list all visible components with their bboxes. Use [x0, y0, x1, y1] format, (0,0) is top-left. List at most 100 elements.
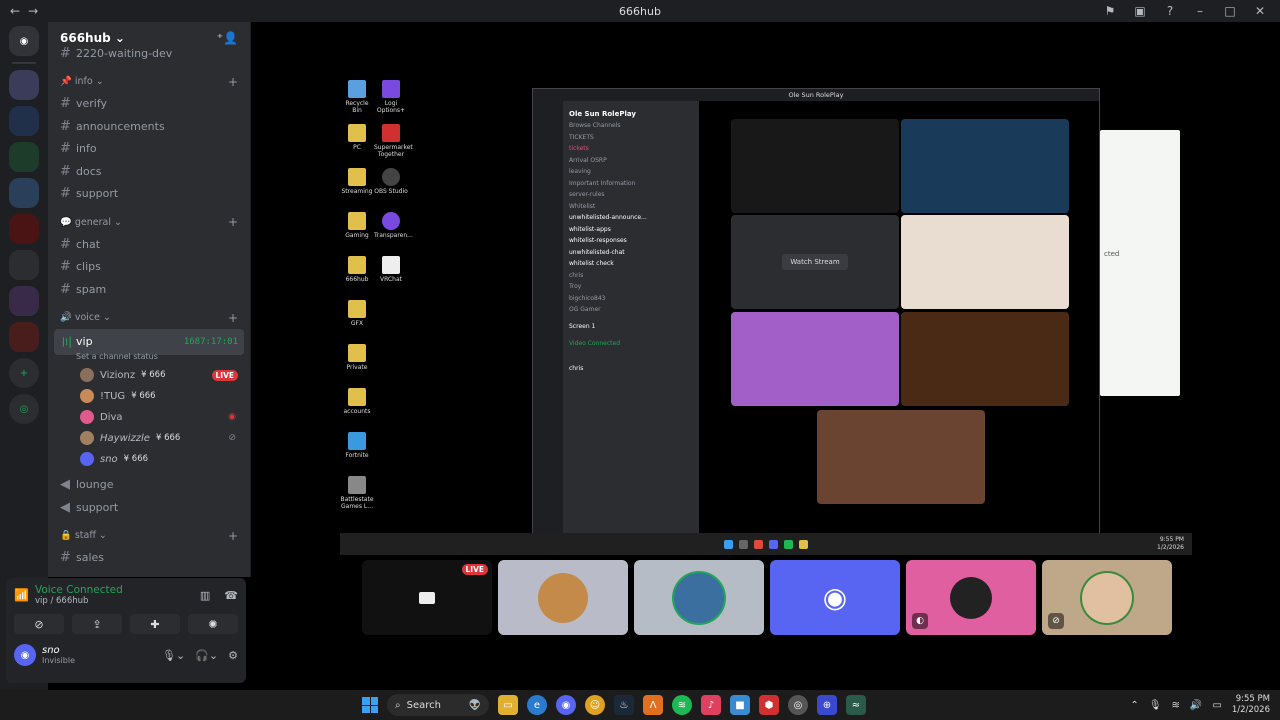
participant-tile[interactable]: ⊘ [1042, 560, 1172, 635]
channel-item[interactable]: #2220-waiting-dev [54, 42, 244, 65]
participant-tile[interactable] [498, 560, 628, 635]
forward-arrow-icon[interactable]: → [28, 4, 38, 18]
muted-mic-icon: ⊘ [1048, 613, 1064, 629]
app-icon[interactable]: ♪ [701, 695, 721, 715]
participant-tile[interactable] [634, 560, 764, 635]
disconnect-icon[interactable]: ☎ [224, 589, 238, 602]
voice-status-subtitle[interactable]: vip / 666hub [35, 596, 123, 606]
wifi-icon[interactable]: ≋ [1172, 700, 1180, 711]
app-icon[interactable]: ■ [730, 695, 750, 715]
back-arrow-icon[interactable]: ← [10, 4, 20, 18]
app-icon[interactable]: ☺ [585, 695, 605, 715]
camera-off-button[interactable]: ⊘ [14, 614, 64, 634]
voice-channel[interactable]: ◀ support [54, 496, 244, 519]
add-channel-icon[interactable]: + [228, 529, 238, 543]
server-icon[interactable] [9, 214, 39, 244]
hash-icon: # [60, 550, 71, 566]
server-folder-icon[interactable] [9, 250, 39, 280]
noise-suppression-icon[interactable]: ▥ [200, 589, 210, 602]
tray-chevron-up-icon[interactable]: ⌃ [1130, 700, 1138, 711]
avatar [950, 576, 992, 619]
add-server-icon[interactable]: + [9, 358, 39, 388]
discover-compass-icon[interactable]: ◎ [9, 394, 39, 424]
channel-item[interactable]: # clips [54, 256, 244, 279]
desktop-icon: VRChat [374, 256, 408, 283]
channel-item[interactable]: # announcements [54, 115, 244, 138]
popout-icon[interactable]: ▣ [1132, 4, 1148, 18]
participant-tile[interactable]: ◐ [906, 560, 1036, 635]
shared-browser-window: cted [1100, 130, 1180, 396]
start-windows-icon[interactable] [362, 697, 378, 713]
category-general[interactable]: 💬 general ⌄ + [60, 215, 244, 229]
add-channel-icon[interactable]: + [228, 75, 238, 89]
microphone-icon[interactable]: 🎙⌄ [162, 649, 185, 662]
channel-item[interactable]: # spam [54, 278, 244, 301]
spotify-icon[interactable]: ≋ [672, 695, 692, 715]
steam-icon[interactable]: ♨ [614, 695, 634, 715]
voice-user[interactable]: Diva ◉ [54, 407, 244, 428]
shared-sidebar: Ole Sun RolePlay Browse Channels TICKETS… [533, 101, 699, 533]
channel-item[interactable]: # sales [54, 547, 244, 570]
channel-item[interactable]: # chat [54, 233, 244, 256]
app-icon[interactable]: ⊕ [817, 695, 837, 715]
taskbar-search[interactable]: ⌕ Search 👽 [387, 694, 489, 716]
category-voice[interactable]: 🔊 voice ⌄ + [60, 311, 244, 325]
app-icon[interactable]: ⬢ [759, 695, 779, 715]
tray-mic-icon[interactable]: 🎙 [1149, 700, 1162, 711]
server-icon[interactable] [9, 106, 39, 136]
obs-icon[interactable]: ◎ [788, 695, 808, 715]
minimize-button[interactable]: – [1192, 4, 1208, 18]
user-avatar[interactable]: ◉ [14, 644, 36, 666]
edge-browser-icon[interactable]: e [527, 695, 547, 715]
app-icon[interactable]: ≈ [846, 695, 866, 715]
voice-user[interactable]: Vizionz ¥ 666 LIVE [54, 365, 244, 386]
channel-item[interactable]: # verify [54, 93, 244, 116]
add-channel-icon[interactable]: + [228, 215, 238, 229]
server-icon[interactable] [9, 178, 39, 208]
channel-status[interactable]: Set a channel status [54, 352, 244, 361]
inbox-flag-icon[interactable]: ⚑ [1102, 4, 1118, 18]
category-staff[interactable]: 🔒 staff ⌄ + [60, 529, 244, 543]
share-screen-button[interactable]: ⇪ [72, 614, 122, 634]
voice-user[interactable]: !TUG ¥ 666 [54, 386, 244, 407]
connection-signal-icon[interactable]: 📶 [14, 588, 29, 602]
channel-item[interactable]: # info [54, 138, 244, 161]
participant-tile[interactable]: ◉ [770, 560, 900, 635]
voice-channel[interactable]: ◀ lounge [54, 474, 244, 497]
headphones-icon[interactable]: 🎧⌄ [195, 649, 218, 662]
shared-avatar-tile [901, 312, 1069, 406]
desktop-icon: Supermarket Together [374, 124, 413, 158]
voice-user[interactable]: Haywizzle ¥ 666 ⊘ [54, 428, 244, 449]
category-info[interactable]: 📌 info ⌄ + [60, 75, 244, 89]
maximize-button[interactable]: □ [1222, 4, 1238, 18]
taskbar-clock[interactable]: 9:55 PM 1/2/2026 [1232, 694, 1270, 716]
settings-gear-icon[interactable]: ⚙ [228, 649, 238, 662]
activities-button[interactable]: ✚ [130, 614, 180, 634]
server-folder-icon[interactable] [9, 286, 39, 316]
voice-user[interactable]: sno ¥ 666 [54, 449, 244, 470]
battery-icon[interactable]: ▭ [1212, 700, 1221, 711]
server-folder-icon[interactable] [9, 322, 39, 352]
avatar [80, 368, 94, 382]
invite-people-icon[interactable]: ⁺👤 [217, 31, 238, 45]
channel-item[interactable]: # support [54, 183, 244, 206]
server-icon[interactable] [9, 142, 39, 172]
volume-icon[interactable]: 🔊 [1190, 700, 1202, 711]
discord-logo-icon: ◉ [822, 581, 848, 614]
server-icon-666hub[interactable] [9, 70, 39, 100]
help-icon[interactable]: ? [1162, 4, 1178, 18]
user-name[interactable]: sno [42, 645, 75, 656]
voice-status-title[interactable]: Voice Connected [35, 584, 123, 596]
discord-taskbar-icon[interactable]: ◉ [556, 695, 576, 715]
live-badge: LIVE [461, 564, 488, 575]
close-button[interactable]: ✕ [1252, 4, 1268, 18]
soundboard-button[interactable]: ✺ [188, 614, 238, 634]
file-explorer-icon[interactable]: ▭ [498, 695, 518, 715]
add-channel-icon[interactable]: + [228, 311, 238, 325]
channel-item[interactable]: # docs [54, 160, 244, 183]
stream-tile[interactable]: LIVE [362, 560, 492, 635]
home-discord-icon[interactable]: ◉ [9, 26, 39, 56]
screen-share-view[interactable]: Recycle Bin Logi Options+ PC Supermarket… [340, 78, 1192, 556]
watch-stream-button[interactable]: Watch Stream [782, 254, 848, 270]
app-icon[interactable]: Λ [643, 695, 663, 715]
